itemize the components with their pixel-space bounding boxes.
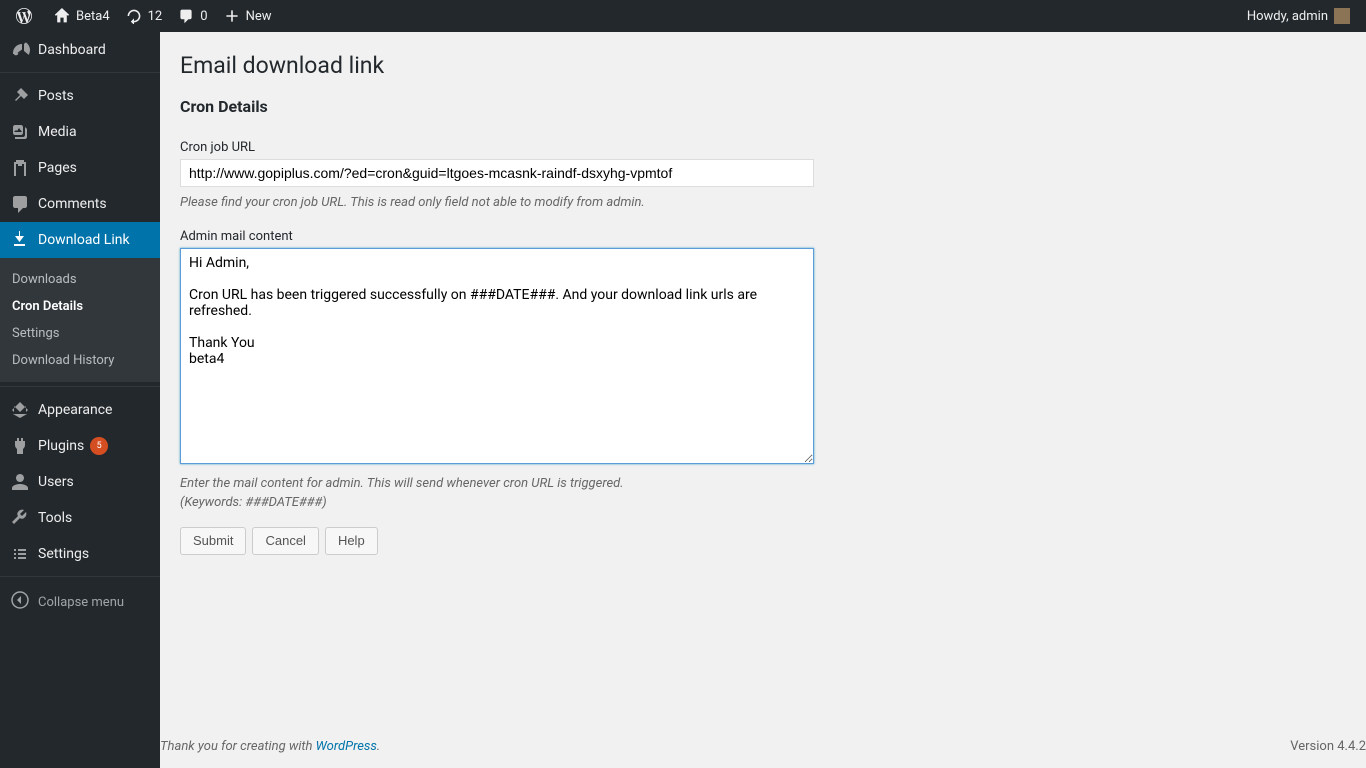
wp-logo[interactable] [8,0,46,32]
comment-icon [10,194,30,214]
submenu-settings[interactable]: Settings [0,320,160,347]
cancel-button[interactable]: Cancel [252,527,318,555]
plus-icon [224,8,240,24]
content-area: Email download link Cron Details Cron jo… [160,32,1366,768]
submenu-downloads[interactable]: Downloads [0,266,160,293]
mail-content-textarea[interactable] [180,248,814,464]
collapse-menu[interactable]: Collapse menu [0,582,160,622]
collapse-icon [10,590,30,614]
menu-settings[interactable]: Settings [0,536,160,572]
site-name: Beta4 [76,9,110,24]
new-content-link[interactable]: New [216,0,280,32]
plugins-badge: 5 [90,437,108,455]
menu-label: Posts [38,88,74,104]
new-label: New [246,9,272,24]
menu-label: Appearance [38,402,112,418]
update-icon [126,8,142,24]
menu-label: Tools [38,510,72,526]
button-row: Submit Cancel Help [180,527,1346,555]
footer-version: Version 4.4.2 [1290,739,1366,754]
admin-bar: Beta4 12 0 New Howdy, admin [0,0,1366,32]
settings-icon [10,544,30,564]
menu-download-link[interactable]: Download Link [0,222,160,258]
menu-appearance[interactable]: Appearance [0,392,160,428]
updates-count: 12 [148,9,163,24]
appearance-icon [10,400,30,420]
help-button[interactable]: Help [325,527,378,555]
submenu-download-history[interactable]: Download History [0,347,160,374]
section-title: Cron Details [180,97,1346,116]
comments-link[interactable]: 0 [170,0,215,32]
menu-posts[interactable]: Posts [0,78,160,114]
avatar [1334,8,1350,24]
updates-link[interactable]: 12 [118,0,171,32]
menu-media[interactable]: Media [0,114,160,150]
menu-label: Comments [38,196,107,212]
pin-icon [10,86,30,106]
plugin-icon [10,436,30,456]
menu-label: Download Link [38,232,130,248]
menu-dashboard[interactable]: Dashboard [0,32,160,68]
submenu-download-link: Downloads Cron Details Settings Download… [0,258,160,382]
menu-pages[interactable]: Pages [0,150,160,186]
menu-plugins[interactable]: Plugins 5 [0,428,160,464]
wordpress-icon [16,8,32,24]
page-icon [10,158,30,178]
comment-icon [178,8,194,24]
howdy-text: Howdy, admin [1247,9,1328,24]
menu-label: Dashboard [38,42,106,58]
admin-menu: Dashboard Posts Media Pages Comments Dow… [0,32,160,768]
mail-content-help: Enter the mail content for admin. This w… [180,474,1346,513]
dashboard-icon [10,40,30,60]
home-icon [54,8,70,24]
tools-icon [10,508,30,528]
page-title: Email download link [180,52,1346,79]
menu-tools[interactable]: Tools [0,500,160,536]
comments-count: 0 [200,9,207,24]
my-account[interactable]: Howdy, admin [1239,0,1358,32]
menu-label: Pages [38,160,77,176]
media-icon [10,122,30,142]
collapse-label: Collapse menu [38,595,124,610]
mail-help-line1: Enter the mail content for admin. This w… [180,474,1346,494]
footer-thanks: Thank you for creating with WordPress. [160,739,380,754]
site-name-link[interactable]: Beta4 [46,0,118,32]
wordpress-link[interactable]: WordPress [316,739,377,754]
admin-footer: Thank you for creating with WordPress. V… [160,725,1366,768]
submenu-cron-details[interactable]: Cron Details [0,293,160,320]
download-icon [10,230,30,250]
menu-label: Plugins [38,438,84,454]
submit-button[interactable]: Submit [180,527,246,555]
cron-url-input[interactable] [180,159,814,187]
mail-content-label: Admin mail content [180,229,1346,244]
mail-help-line2: (Keywords: ###DATE###) [180,493,1346,513]
menu-label: Media [38,124,77,140]
menu-users[interactable]: Users [0,464,160,500]
menu-label: Settings [38,546,89,562]
cron-url-help: Please find your cron job URL. This is r… [180,193,1346,213]
menu-comments[interactable]: Comments [0,186,160,222]
users-icon [10,472,30,492]
cron-url-label: Cron job URL [180,140,1346,155]
menu-label: Users [38,474,74,490]
